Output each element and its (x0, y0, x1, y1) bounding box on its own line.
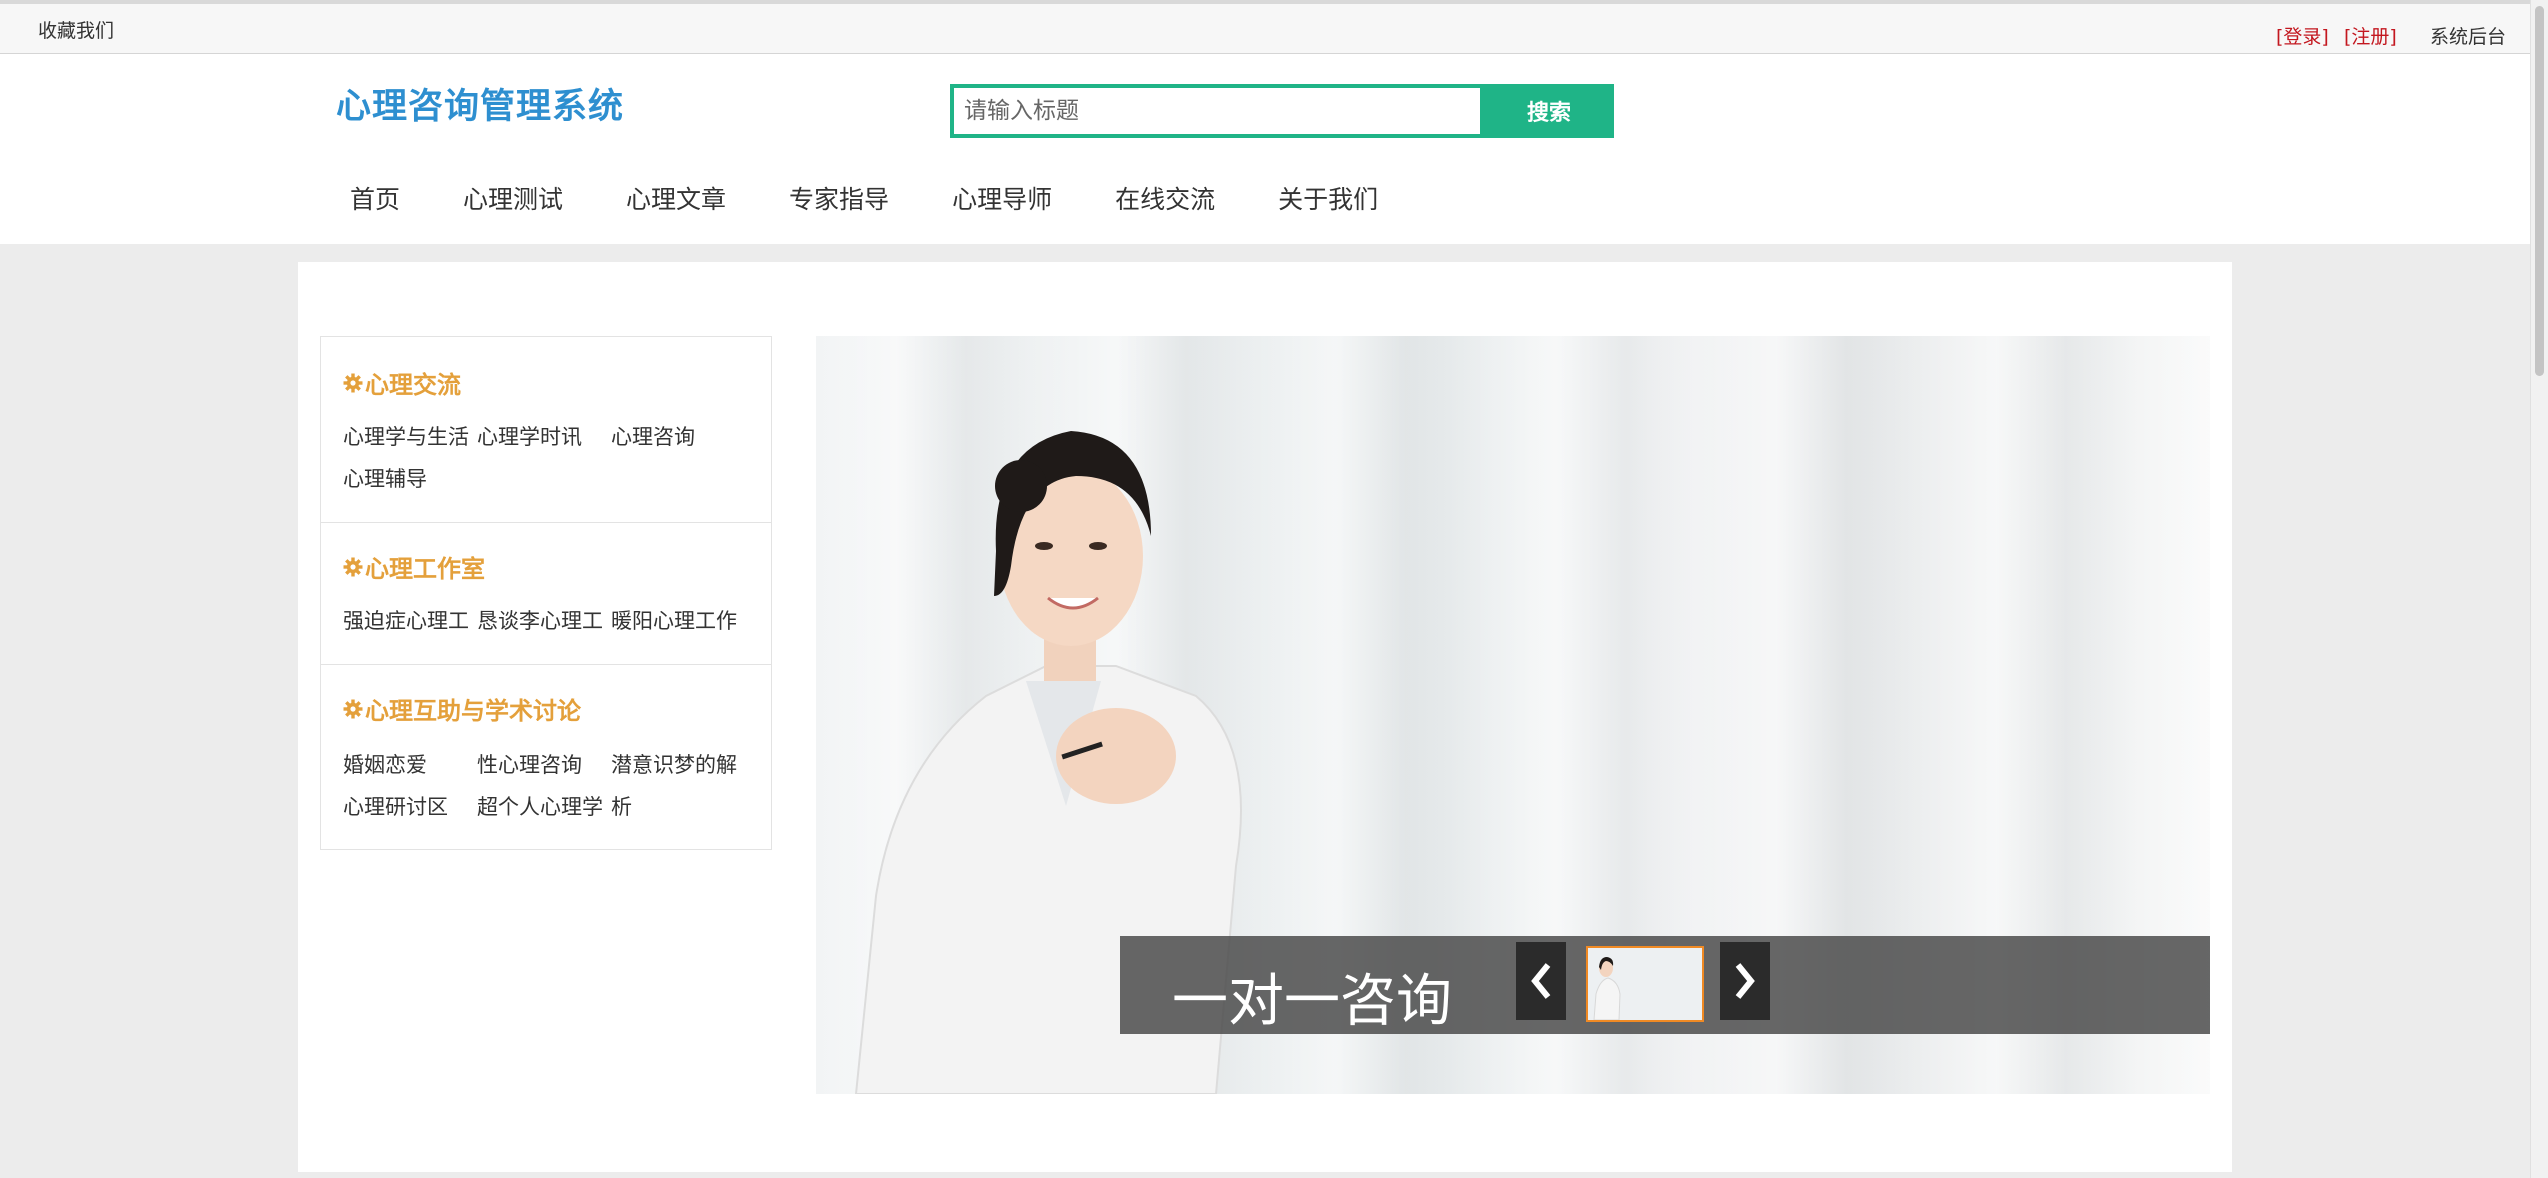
page-scrollbar[interactable] (2530, 0, 2548, 1178)
category-link[interactable]: 暖阳心理工作 (611, 605, 751, 635)
category-link[interactable]: 超个人心理学 (477, 791, 611, 821)
category-link[interactable]: 析 (611, 791, 751, 821)
category-link[interactable]: 心理学与生活 (343, 421, 477, 451)
bookmark-link[interactable]: 收藏我们 (38, 16, 114, 43)
chevron-left-icon (1531, 963, 1551, 999)
sidebar-section: 心理工作室 强迫症心理工 恳谈李心理工 暖阳心理工作 (321, 523, 771, 665)
prev-slide-button[interactable] (1516, 942, 1566, 1020)
sidebar-section: 心理互助与学术讨论 婚姻恋爱 性心理咨询 潜意识梦的解 心理研讨区 超个人心理学… (321, 665, 771, 849)
section-title: 心理工作室 (343, 549, 485, 584)
main-nav: 首页 心理测试 心理文章 专家指导 心理导师 在线交流 关于我们 (350, 180, 1441, 216)
nav-item-mentors[interactable]: 心理导师 (952, 180, 1052, 216)
header: 心理咨询管理系统 搜索 首页 心理测试 心理文章 专家指导 心理导师 在线交流 … (0, 54, 2530, 244)
link-row: 心理学与生活 心理学时讯 心理咨询 (343, 415, 751, 457)
link-row: 心理研讨区 超个人心理学 析 (343, 785, 751, 827)
nav-item-articles[interactable]: 心理文章 (626, 180, 726, 216)
section-title: 心理互助与学术讨论 (343, 691, 581, 726)
category-sidebar: 心理交流 心理学与生活 心理学时讯 心理咨询 心理辅导 心理工作室 强迫症心理工… (320, 336, 772, 850)
section-links: 心理学与生活 心理学时讯 心理咨询 心理辅导 (343, 415, 751, 499)
category-link[interactable]: 心理研讨区 (343, 791, 477, 821)
gear-icon (343, 373, 363, 392)
next-slide-button[interactable] (1720, 942, 1770, 1020)
nav-item-psych-test[interactable]: 心理测试 (463, 180, 563, 216)
section-title-text: 心理互助与学术讨论 (365, 697, 581, 725)
search-input[interactable] (950, 84, 1484, 138)
slide-thumbnail[interactable] (1586, 946, 1704, 1022)
nav-item-online-chat[interactable]: 在线交流 (1115, 180, 1215, 216)
section-title-text: 心理交流 (365, 371, 461, 399)
banner-caption-bar: 一对一咨询 (1120, 936, 2210, 1034)
register-link[interactable]: [注册] (2344, 22, 2397, 49)
link-row: 强迫症心理工 恳谈李心理工 暖阳心理工作 (343, 599, 751, 641)
search-button[interactable]: 搜索 (1484, 84, 1614, 138)
site-title[interactable]: 心理咨询管理系统 (336, 78, 624, 129)
banner-carousel[interactable]: 一对一咨询 (816, 336, 2210, 1094)
sidebar-section: 心理交流 心理学与生活 心理学时讯 心理咨询 心理辅导 (321, 337, 771, 523)
admin-backend-link[interactable]: 系统后台 (2430, 22, 2506, 49)
section-links: 婚姻恋爱 性心理咨询 潜意识梦的解 心理研讨区 超个人心理学 析 (343, 743, 751, 827)
section-links: 强迫症心理工 恳谈李心理工 暖阳心理工作 (343, 599, 751, 641)
scrollbar-thumb[interactable] (2535, 6, 2544, 376)
nav-item-about[interactable]: 关于我们 (1278, 180, 1378, 216)
link-row: 心理辅导 (343, 457, 751, 499)
nav-item-expert-guidance[interactable]: 专家指导 (789, 180, 889, 216)
category-link[interactable]: 婚姻恋爱 (343, 749, 477, 779)
category-link[interactable]: 心理咨询 (611, 421, 751, 451)
gear-icon (343, 699, 363, 718)
category-link[interactable]: 强迫症心理工 (343, 605, 477, 635)
category-link[interactable]: 潜意识梦的解 (611, 749, 751, 779)
nav-item-home[interactable]: 首页 (350, 180, 400, 216)
chevron-right-icon (1735, 963, 1755, 999)
category-link[interactable]: 心理学时讯 (477, 421, 611, 451)
section-title: 心理交流 (343, 365, 461, 400)
main-content: 心理交流 心理学与生活 心理学时讯 心理咨询 心理辅导 心理工作室 强迫症心理工… (298, 262, 2232, 1172)
login-link[interactable]: [登录] (2276, 22, 2329, 49)
category-link[interactable]: 性心理咨询 (477, 749, 611, 779)
category-link[interactable]: 恳谈李心理工 (477, 605, 611, 635)
category-link[interactable]: 心理辅导 (343, 463, 477, 493)
slide-thumbnail-image (1588, 948, 1702, 1020)
link-row: 婚姻恋爱 性心理咨询 潜意识梦的解 (343, 743, 751, 785)
top-bar: 收藏我们 [登录] [注册] 系统后台 (0, 0, 2530, 54)
section-title-text: 心理工作室 (365, 555, 485, 583)
banner-caption: 一对一咨询 (1172, 969, 1452, 1034)
gear-icon (343, 557, 363, 576)
